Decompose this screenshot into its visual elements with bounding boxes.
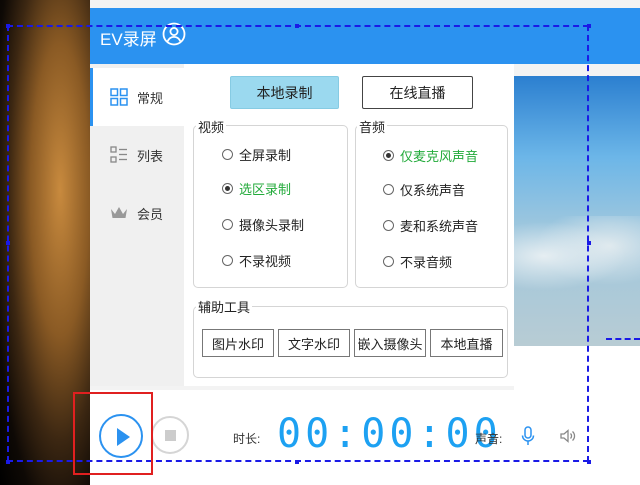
selection-handle[interactable] — [6, 241, 10, 245]
selection-handle[interactable] — [587, 460, 591, 464]
highlight-box — [73, 392, 153, 475]
selection-handle[interactable] — [587, 24, 591, 28]
selection-handle[interactable] — [295, 24, 299, 28]
selection-handle[interactable] — [295, 460, 299, 464]
selection-edge-dashes — [606, 338, 640, 340]
selection-handle[interactable] — [6, 24, 10, 28]
selection-handle[interactable] — [6, 460, 10, 464]
selection-handle[interactable] — [587, 241, 591, 245]
screen: EV录屏 常规 列表 会员 本地录制 在线直播 视频 全屏录制 选区录制 摄像头… — [0, 0, 640, 485]
